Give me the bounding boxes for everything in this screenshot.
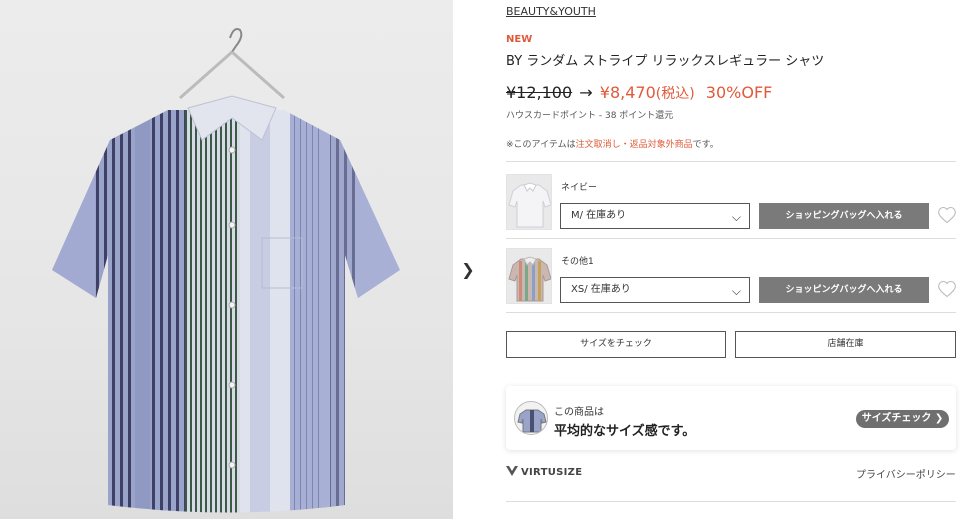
hanger-hook [229,28,243,53]
virtusize-v-icon [506,466,518,476]
variant-color: ネイビー [561,183,598,193]
shirt-illustration [52,28,400,513]
store-stock-button[interactable]: 店舗在庫 [735,331,956,358]
size-select[interactable]: XS/ 在庫あり ⌵ [560,277,750,303]
tax-label: (税込) [655,86,695,102]
size-check-button[interactable]: サイズをチェック [506,331,726,358]
variant-row: ネイビー M/ 在庫あり ⌵ ショッピングバッグへ入れる [506,174,958,232]
size-select-value: XS/ 在庫あり [571,284,631,295]
discount-label: 30%OFF [705,83,773,102]
variant-thumbnail[interactable] [506,248,552,304]
hanger-bar [179,50,285,100]
virtusize-size-check-button[interactable]: サイズチェック ❯ [856,410,949,428]
notice-link[interactable]: 注文取消し・返品対象外商品 [576,140,693,150]
favorite-heart-icon[interactable] [937,278,957,300]
add-to-bag-button[interactable]: ショッピングバッグへ入れる [759,203,929,229]
original-price: ¥12,100 [506,83,573,102]
chevron-down-icon: ⌵ [731,210,741,224]
virtusize-card: この商品は 平均的なサイズ感です。 サイズチェック ❯ [506,386,956,450]
new-badge: NEW [506,34,533,45]
favorite-heart-icon[interactable] [937,204,957,226]
shirt-avatar-icon [514,401,548,435]
virtusize-result: 平均的なサイズ感です。 [554,424,696,439]
divider [506,501,956,502]
chevron-down-icon: ⌵ [731,284,741,298]
points-text: ハウスカードポイント - 38 ポイント還元 [506,111,674,121]
product-main-image [0,0,453,519]
divider [506,161,956,162]
sale-price: ¥8,470 [599,83,656,102]
price-row: ¥12,100 → ¥8,470(税込) 30%OFF [506,83,772,103]
privacy-policy-link[interactable]: プライバシーポリシー [856,466,956,481]
variant-color: その他1 [561,257,594,267]
size-select[interactable]: M/ 在庫あり ⌵ [560,203,750,229]
brand-link[interactable]: BEAUTY&YOUTH [506,5,596,18]
product-title: BY ランダム ストライプ リラックスレギュラー シャツ [506,54,825,69]
virtusize-caption: この商品は [554,407,604,418]
virtusize-logo: VIRTUSIZE [506,466,582,478]
divider [506,312,956,313]
variant-thumbnail[interactable] [506,174,552,230]
virtusize-logo-text: VIRTUSIZE [521,467,583,478]
notice-suffix: です。 [692,140,719,150]
divider [506,238,956,239]
notice-prefix: ※このアイテムは [506,140,576,150]
variant-row: その他1 XS/ 在庫あり ⌵ ショッピングバッグへ入れる [506,248,958,306]
notice-text: ※このアイテムは注文取消し・返品対象外商品です。 [506,137,719,150]
price-arrow: → [579,83,593,102]
add-to-bag-button[interactable]: ショッピングバッグへ入れる [759,277,929,303]
size-select-value: M/ 在庫あり [571,210,627,221]
next-image-chevron-right-icon[interactable]: ❯ [460,260,476,280]
